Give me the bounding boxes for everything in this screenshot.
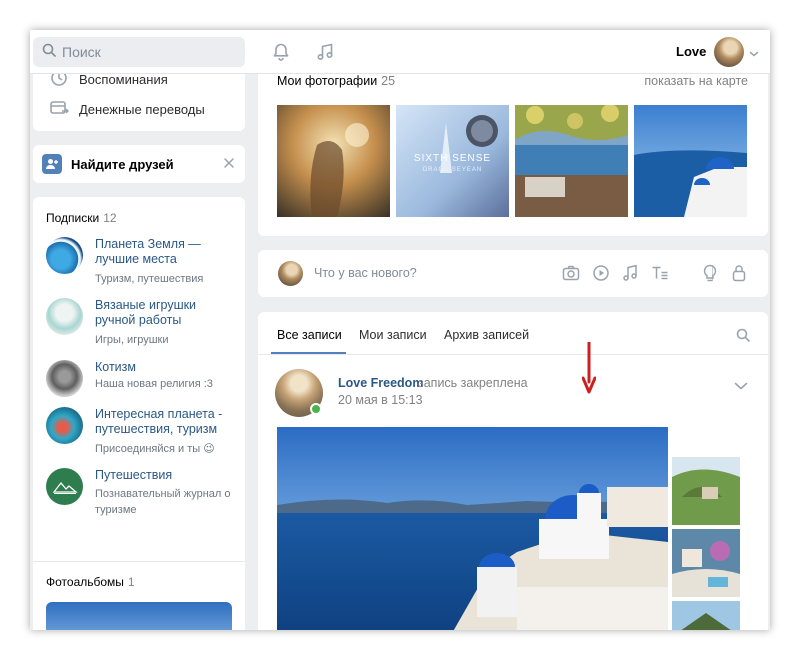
photo-thumbnail[interactable] xyxy=(634,105,747,217)
post-pinned-status: запись закреплена xyxy=(418,376,528,390)
camera-icon[interactable] xyxy=(561,263,581,283)
photo-thumbnail[interactable]: SIXTH SENSE DRAGE SEYEAN xyxy=(396,105,509,217)
section-count: 25 xyxy=(381,74,396,88)
album-thumbnail[interactable] xyxy=(46,602,232,630)
menu-item-memories[interactable]: Воспоминания xyxy=(49,74,168,91)
section-count: 12 xyxy=(103,211,117,225)
avatar xyxy=(46,237,83,274)
post-photo-thumbnail[interactable] xyxy=(672,457,740,525)
post-photo-thumbnail[interactable] xyxy=(672,529,740,597)
subscription-desc: Познавательный журнал о туризме xyxy=(95,488,231,516)
subscription-desc: Туризм, путешествия xyxy=(95,273,204,285)
divider xyxy=(258,354,768,355)
tab-all-posts[interactable]: Все записи xyxy=(277,328,342,342)
tab-archive[interactable]: Архив записей xyxy=(444,328,529,342)
post-main-photo[interactable] xyxy=(277,427,668,630)
subscription-desc: Присоединяйся и ты 😉 xyxy=(95,443,215,455)
subscription-desc: Наша новая религия :3 xyxy=(95,378,213,390)
app-window: Love Воспоминания Денежные переводы Найд… xyxy=(30,30,770,630)
section-title: Фотоальбомы xyxy=(46,575,124,589)
annotation-arrow-icon xyxy=(581,340,597,399)
wall-feed: Все записи Мои записи Архив записей Love… xyxy=(258,312,768,630)
post-photo-thumbnail[interactable] xyxy=(672,601,740,630)
video-icon[interactable] xyxy=(591,263,611,283)
subscriptions-panel: Подписки 12 Планета Земля — лучшие места … xyxy=(33,197,245,630)
menu-item-money-transfers[interactable]: Денежные переводы xyxy=(49,98,205,121)
post-date[interactable]: 20 мая в 15:13 xyxy=(338,393,423,407)
show-on-map-link[interactable]: показать на карте xyxy=(644,74,748,88)
chevron-down-icon[interactable] xyxy=(734,378,748,396)
albums-header[interactable]: Фотоальбомы 1 xyxy=(46,573,135,591)
top-header: Love xyxy=(30,30,770,74)
search-icon[interactable] xyxy=(736,328,750,347)
subscription-title: Котизм xyxy=(95,360,136,374)
section-count: 1 xyxy=(127,575,135,589)
search-box[interactable] xyxy=(33,37,245,67)
add-friend-icon xyxy=(42,154,62,174)
section-title: Мои фотографии xyxy=(277,74,378,88)
chevron-down-icon[interactable] xyxy=(749,46,759,64)
user-name[interactable]: Love xyxy=(676,44,706,59)
search-icon xyxy=(42,43,56,62)
online-indicator xyxy=(310,403,322,415)
new-post-input[interactable]: Что у вас нового? xyxy=(314,266,417,280)
music-note-icon[interactable] xyxy=(620,263,640,283)
subscription-title: Планета Земля — лучшие места xyxy=(95,237,201,266)
lock-icon[interactable] xyxy=(729,263,749,283)
menu-item-label: Воспоминания xyxy=(79,74,168,87)
bell-icon[interactable] xyxy=(269,40,293,64)
search-input[interactable] xyxy=(62,44,222,60)
subscription-title: Путешествия xyxy=(95,468,173,482)
photo-thumbnail[interactable] xyxy=(515,105,628,217)
photos-header[interactable]: Мои фотографии 25 xyxy=(277,74,395,88)
photo-caption-sub: DRAGE SEYEAN xyxy=(422,167,483,173)
divider xyxy=(33,561,245,562)
subscriptions-header[interactable]: Подписки 12 xyxy=(46,209,117,227)
subscription-title: Вязаные игрушки ручной работы xyxy=(95,298,197,327)
avatar[interactable] xyxy=(714,37,744,67)
my-photos-card: Мои фотографии 25 показать на карте SIXTH… xyxy=(258,74,768,236)
avatar xyxy=(46,360,83,397)
post-author[interactable]: Love Freedom xyxy=(338,376,423,390)
avatar xyxy=(46,298,83,335)
find-friends-label: Найдите друзей xyxy=(71,157,174,172)
post-composer: Что у вас нового? xyxy=(258,250,768,297)
subscription-desc: Игры, игрушки xyxy=(95,334,169,346)
left-menu: Воспоминания Денежные переводы xyxy=(33,74,245,131)
avatar xyxy=(278,261,303,286)
menu-item-label: Денежные переводы xyxy=(79,102,205,117)
tab-my-posts[interactable]: Мои записи xyxy=(359,328,427,342)
avatar xyxy=(46,407,83,444)
find-friends-banner[interactable]: Найдите друзей xyxy=(33,145,245,183)
clock-icon xyxy=(49,74,69,91)
music-icon[interactable] xyxy=(313,40,337,64)
money-transfer-icon xyxy=(49,98,69,121)
photo-thumbnail[interactable] xyxy=(277,105,390,217)
photo-caption: SIXTH SENSE xyxy=(413,153,492,164)
lightbulb-icon[interactable] xyxy=(700,263,720,283)
close-icon[interactable] xyxy=(223,156,235,174)
avatar xyxy=(46,468,83,505)
subscription-title: Интересная планета - путешествия, туризм xyxy=(95,407,223,436)
text-format-icon[interactable] xyxy=(650,263,670,283)
section-title: Подписки xyxy=(46,211,100,225)
